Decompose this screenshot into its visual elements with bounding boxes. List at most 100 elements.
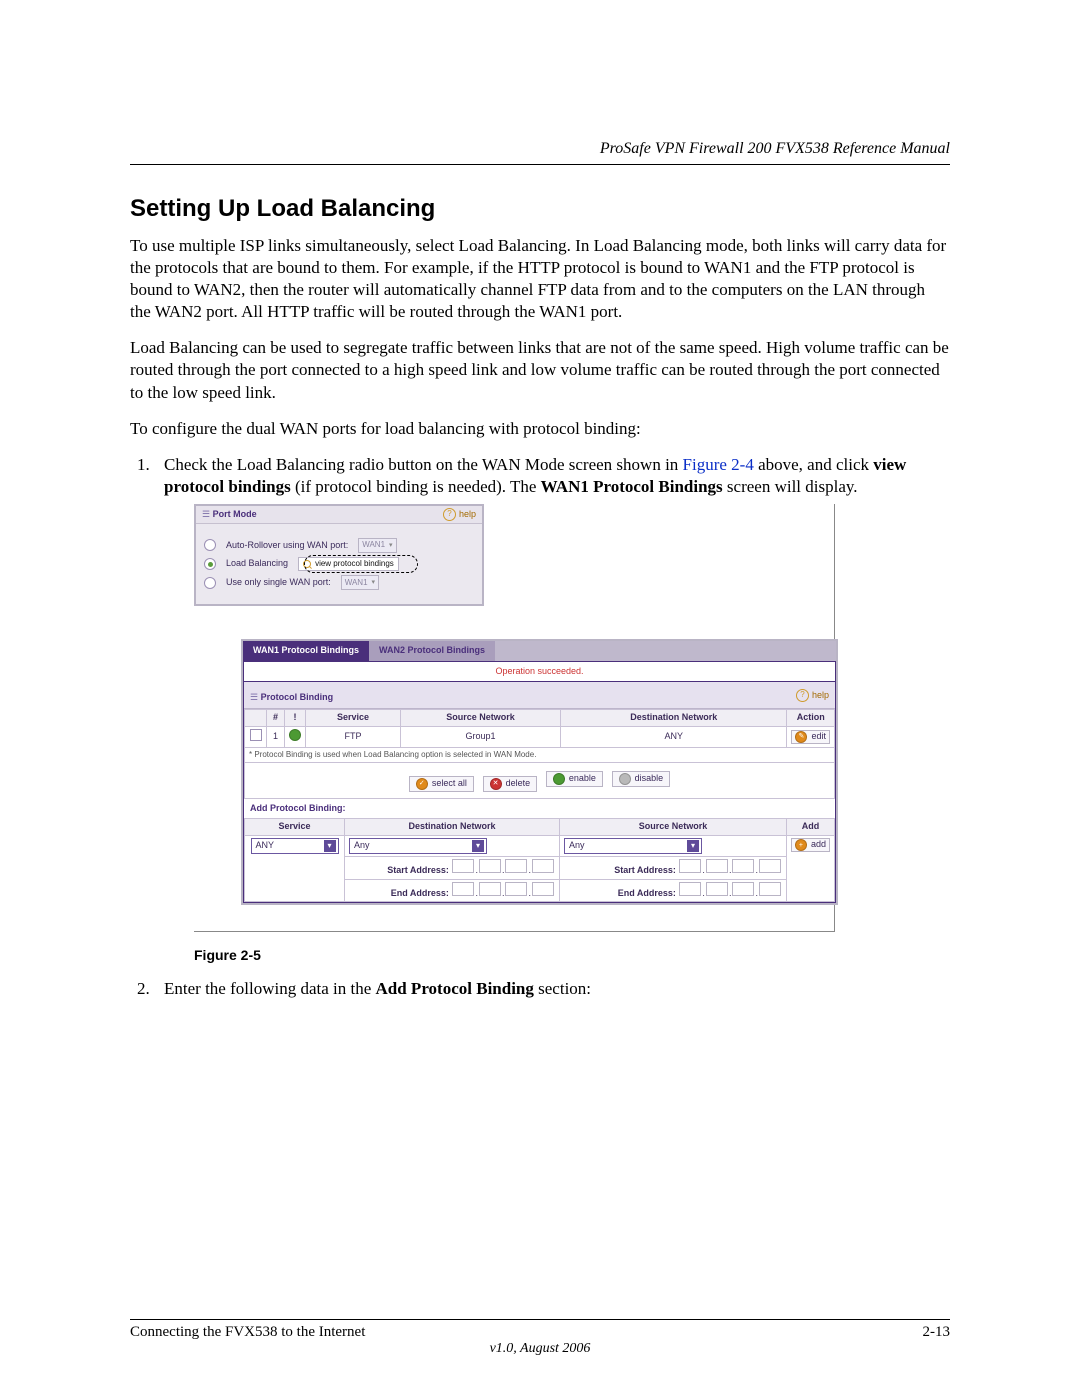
select-single-wan[interactable]: WAN1 ▾: [341, 575, 379, 590]
table-footnote: * Protocol Binding is used when Load Bal…: [244, 748, 835, 763]
add-binding-heading: Add Protocol Binding:: [244, 799, 835, 819]
row-checkbox[interactable]: [250, 729, 262, 741]
radio-single-wan[interactable]: [204, 577, 216, 589]
select-all-button[interactable]: ✓ select all: [409, 776, 474, 792]
src-network-select[interactable]: Any ▾: [564, 838, 702, 854]
disable-label: disable: [635, 773, 664, 785]
src-end-label: End Address:: [618, 888, 676, 898]
delete-button[interactable]: ✕ delete: [483, 776, 538, 792]
edit-label: edit: [811, 731, 826, 743]
footer-version: v1.0, August 2006: [130, 1341, 950, 1357]
step1-post: screen will display.: [723, 477, 858, 496]
step-1: Check the Load Balancing radio button on…: [154, 454, 950, 964]
page-footer: Connecting the FVX538 to the Internet 2-…: [130, 1319, 950, 1357]
help-label: help: [812, 690, 829, 702]
src-network-value: Any: [569, 840, 585, 852]
enable-icon: [553, 773, 565, 785]
label-load-balancing: Load Balancing: [226, 558, 288, 570]
delete-label: delete: [506, 778, 531, 790]
select-all-label: select all: [432, 778, 467, 790]
chevron-down-icon: ▾: [389, 541, 393, 550]
ip-input[interactable]: [479, 882, 501, 896]
ip-input[interactable]: [679, 882, 701, 896]
help-link[interactable]: ? help: [443, 508, 476, 521]
status-dot-icon: [289, 729, 301, 741]
enable-button[interactable]: enable: [546, 771, 603, 787]
col-num: #: [267, 710, 285, 727]
footer-chapter: Connecting the FVX538 to the Internet: [130, 1324, 365, 1341]
ip-input[interactable]: [679, 859, 701, 873]
step1-mid1: above, and click: [754, 455, 873, 474]
dest-start-label: Start Address:: [387, 865, 449, 875]
add-binding-table: Service Destination Network Source Netwo…: [244, 818, 835, 902]
help-icon: ?: [796, 689, 809, 702]
section-heading: Setting Up Load Balancing: [130, 195, 950, 223]
footer-page-number: 2-13: [923, 1324, 951, 1341]
disable-button[interactable]: disable: [612, 771, 671, 787]
chevron-down-icon: ▾: [324, 840, 336, 852]
help-link[interactable]: ? help: [796, 689, 829, 702]
add-col-service: Service: [245, 819, 345, 836]
dest-network-value: Any: [354, 840, 370, 852]
doc-title: ProSafe VPN Firewall 200 FVX538 Referenc…: [130, 140, 950, 164]
label-single-wan: Use only single WAN port:: [226, 577, 331, 589]
table-row: 1 FTP Group1 ANY ✎ edit: [245, 727, 835, 748]
col-source: Source Network: [401, 710, 561, 727]
check-icon: ✓: [416, 778, 428, 790]
ip-input[interactable]: [759, 882, 781, 896]
figure-caption: Figure 2-5: [194, 946, 950, 964]
header-rule: [130, 164, 950, 165]
ip-input[interactable]: [532, 882, 554, 896]
cell-service: FTP: [306, 727, 401, 748]
add-col-src: Source Network: [560, 819, 787, 836]
ip-input[interactable]: [532, 859, 554, 873]
label-auto-rollover: Auto-Rollover using WAN port:: [226, 540, 348, 552]
col-bang: !: [285, 710, 306, 727]
ip-input[interactable]: [505, 859, 527, 873]
add-button[interactable]: + add: [791, 838, 830, 852]
radio-auto-rollover[interactable]: [204, 539, 216, 551]
enable-label: enable: [569, 773, 596, 785]
ip-input[interactable]: [706, 882, 728, 896]
ip-input[interactable]: [759, 859, 781, 873]
add-col-dest: Destination Network: [345, 819, 560, 836]
cell-num: 1: [267, 727, 285, 748]
button-bar: ✓ select all ✕ delete enable disable: [244, 763, 835, 799]
col-action: Action: [787, 710, 835, 727]
ip-input[interactable]: [452, 859, 474, 873]
radio-load-balancing[interactable]: [204, 558, 216, 570]
cell-dest: ANY: [561, 727, 787, 748]
chevron-down-icon: ▾: [687, 840, 699, 852]
view-protocol-bindings-label: view protocol bindings: [315, 559, 394, 569]
ip-input[interactable]: [706, 859, 728, 873]
dest-network-select[interactable]: Any ▾: [349, 838, 487, 854]
service-select[interactable]: ANY ▾: [251, 838, 339, 854]
ip-input[interactable]: [505, 882, 527, 896]
chevron-down-icon: ▾: [372, 578, 376, 587]
panel-title-protocol-binding: ☰ Protocol Binding: [250, 684, 333, 706]
tab-wan2-bindings[interactable]: WAN2 Protocol Bindings: [369, 641, 495, 661]
disable-icon: [619, 773, 631, 785]
ip-input[interactable]: [732, 882, 754, 896]
ip-input[interactable]: [452, 882, 474, 896]
select-rollover-wan[interactable]: WAN1 ▾: [358, 538, 396, 553]
protocol-bindings-panel: WAN1 Protocol Bindings WAN2 Protocol Bin…: [241, 639, 838, 906]
edit-icon: ✎: [795, 731, 807, 743]
figure-ref-2-4[interactable]: Figure 2-4: [683, 455, 754, 474]
step2-post: section:: [534, 979, 591, 998]
view-protocol-bindings-button[interactable]: view protocol bindings: [298, 557, 399, 571]
ip-input[interactable]: [479, 859, 501, 873]
step1-bold2: WAN1 Protocol Bindings: [541, 477, 723, 496]
step2-pre: Enter the following data in the: [164, 979, 376, 998]
ip-input[interactable]: [732, 859, 754, 873]
tab-wan1-bindings[interactable]: WAN1 Protocol Bindings: [243, 641, 369, 661]
col-dest: Destination Network: [561, 710, 787, 727]
edit-button[interactable]: ✎ edit: [791, 730, 830, 744]
col-service: Service: [306, 710, 401, 727]
magnifier-icon: [303, 560, 312, 569]
help-label: help: [459, 509, 476, 521]
x-icon: ✕: [490, 778, 502, 790]
port-mode-panel: ☰ Port Mode ? help Auto-Rollo: [194, 504, 484, 606]
plus-icon: +: [795, 839, 807, 851]
add-label: add: [811, 839, 826, 851]
